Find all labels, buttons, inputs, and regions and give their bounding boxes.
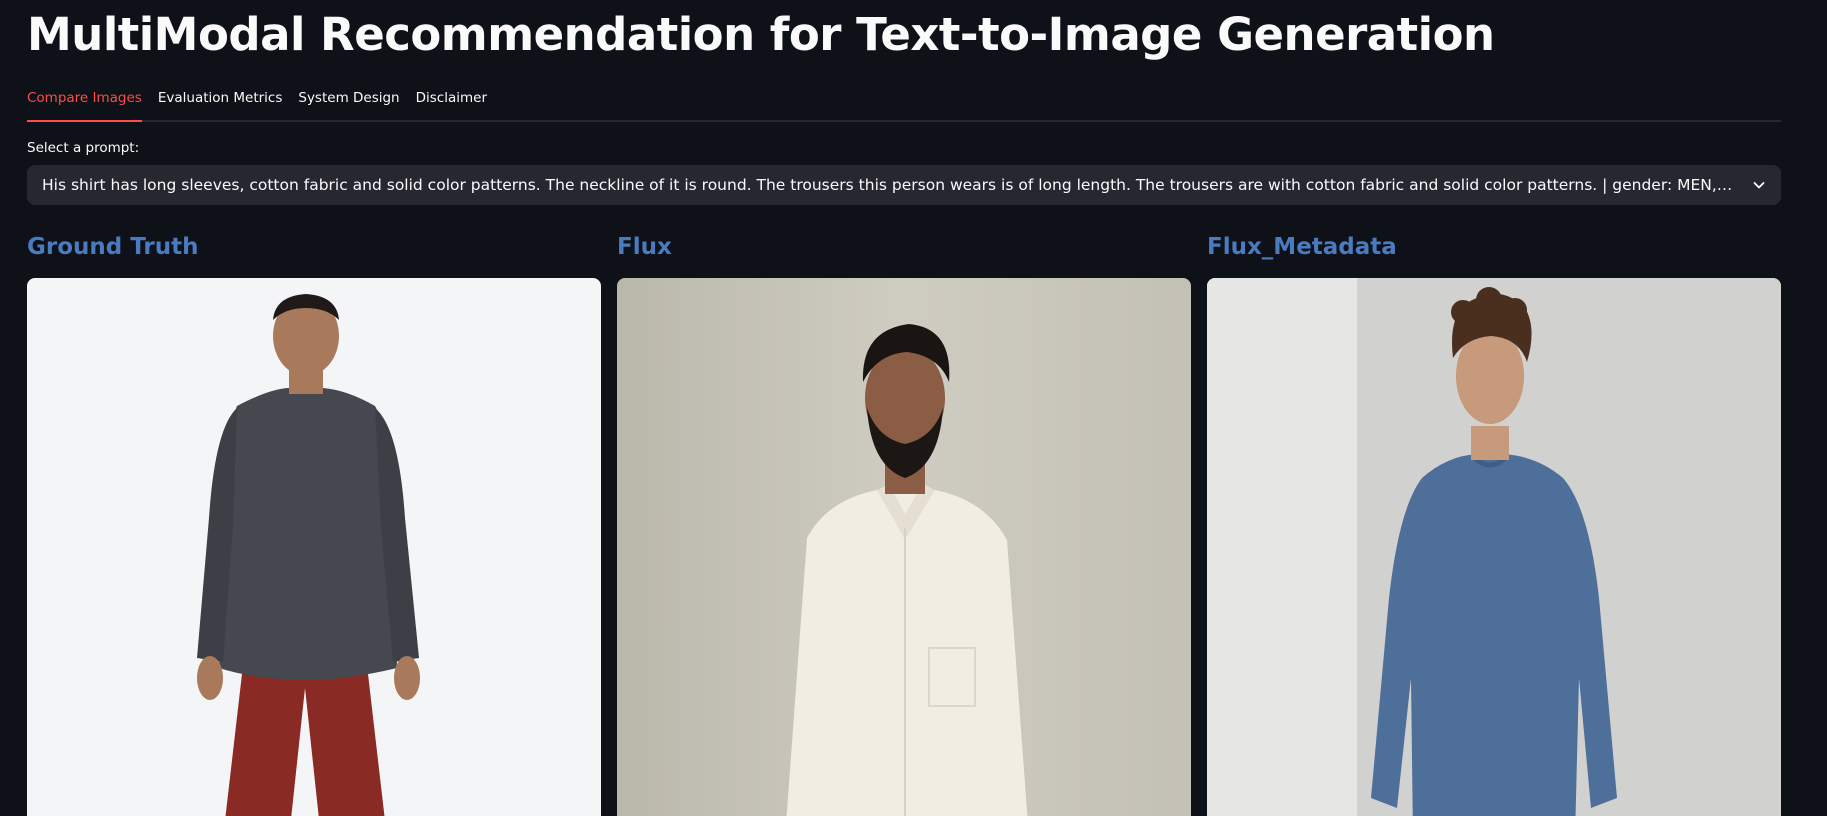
prompt-select-label: Select a prompt: [27, 140, 140, 156]
prompt-select-value: His shirt has long sleeves, cotton fabri… [42, 176, 1733, 194]
page-title: MultiModal Recommendation for Text-to-Im… [27, 8, 1495, 61]
ground-truth-image [27, 278, 601, 816]
column-ground-truth: Ground Truth [27, 230, 601, 816]
flux-metadata-image [1207, 278, 1781, 816]
tab-bar: Compare Images Evaluation Metrics System… [27, 86, 1781, 122]
flux-image-art [617, 278, 1191, 816]
column-flux-metadata: Flux_Metadata [1207, 230, 1781, 816]
ground-truth-image-art [27, 278, 601, 816]
column-heading: Ground Truth [27, 234, 199, 260]
tab-compare-images[interactable]: Compare Images [27, 86, 142, 122]
column-flux: Flux [617, 230, 1191, 816]
app-page: MultiModal Recommendation for Text-to-Im… [0, 0, 1827, 816]
flux-image [617, 278, 1191, 816]
chevron-down-icon [1753, 182, 1765, 189]
prompt-select[interactable]: His shirt has long sleeves, cotton fabri… [27, 165, 1781, 205]
tab-evaluation-metrics[interactable]: Evaluation Metrics [158, 86, 283, 116]
column-heading: Flux [617, 234, 672, 260]
flux-metadata-image-art [1207, 278, 1781, 816]
column-heading: Flux_Metadata [1207, 234, 1397, 260]
tab-system-design[interactable]: System Design [298, 86, 399, 116]
tab-disclaimer[interactable]: Disclaimer [416, 86, 487, 116]
